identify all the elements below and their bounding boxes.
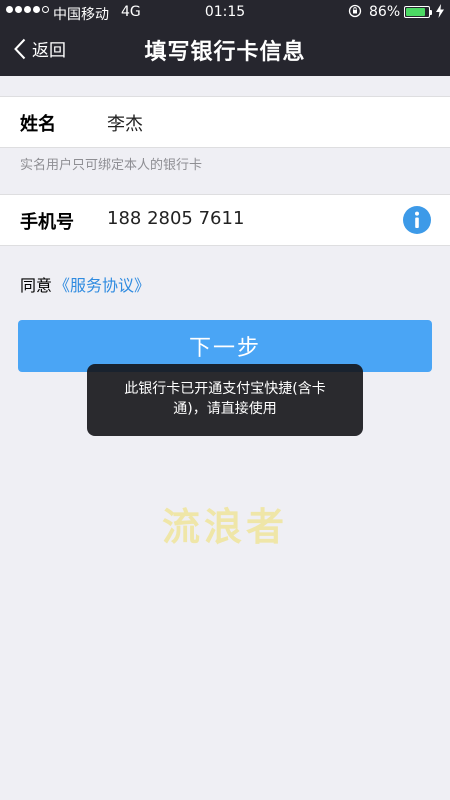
battery-percent: 86% bbox=[369, 4, 401, 20]
name-row: 姓名 李杰 bbox=[0, 96, 450, 148]
charging-icon bbox=[436, 4, 444, 18]
top-bar: 中国移动 4G 01:15 86% 返回 填写银行卡信息 bbox=[0, 0, 450, 76]
info-icon bbox=[415, 211, 419, 228]
name-hint: 实名用户只可绑定本人的银行卡 bbox=[20, 158, 203, 173]
agreement-prefix: 同意 bbox=[20, 276, 53, 295]
info-button[interactable] bbox=[403, 206, 431, 234]
battery-tip bbox=[430, 10, 432, 15]
phone-field[interactable]: 188 2805 7611 bbox=[107, 208, 244, 229]
phone-label: 手机号 bbox=[20, 212, 74, 233]
status-bar: 中国移动 4G 01:15 86% bbox=[0, 0, 450, 24]
agreement: 同意 《服务协议》 bbox=[20, 272, 150, 296]
watermark-text: 流浪者 bbox=[161, 505, 288, 549]
page-title: 填写银行卡信息 bbox=[144, 40, 306, 65]
phone-row: 手机号 188 2805 7611 bbox=[0, 194, 450, 246]
name-label: 姓名 bbox=[20, 114, 56, 135]
rotation-lock-icon bbox=[348, 4, 362, 18]
service-agreement-link[interactable]: 《服务协议》 bbox=[54, 272, 150, 296]
battery-level-fill bbox=[406, 8, 425, 16]
battery-icon bbox=[404, 6, 430, 18]
name-value: 李杰 bbox=[107, 114, 143, 135]
toast-message: 此银行卡已开通支付宝快捷(含卡通)，请直接使用 bbox=[87, 364, 363, 436]
